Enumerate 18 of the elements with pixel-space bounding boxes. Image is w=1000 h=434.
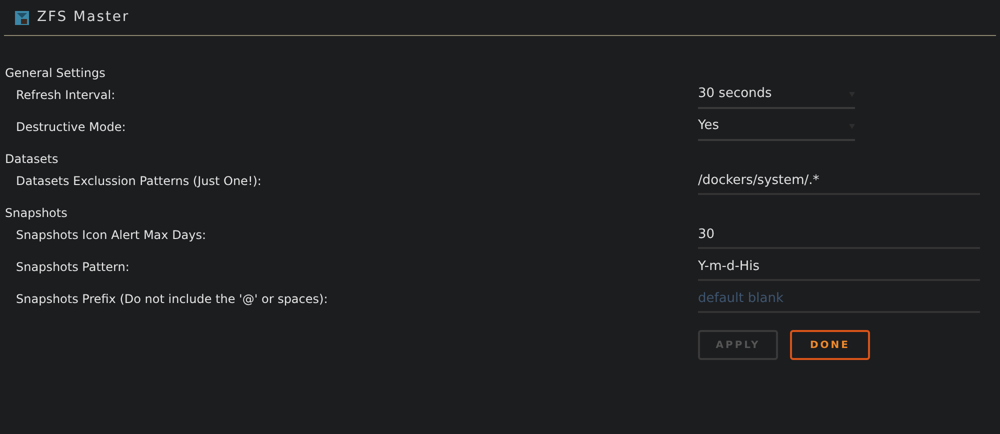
setting-label: Snapshots Pattern:: [15, 259, 130, 276]
setting-label: Snapshots Icon Alert Max Days:: [15, 227, 208, 244]
window-title: ZFS Master: [37, 8, 130, 27]
input-field[interactable]: default blank: [698, 286, 980, 312]
done-button[interactable]: DONE: [790, 330, 870, 360]
select-field[interactable]: Yes: [698, 114, 855, 140]
select-field[interactable]: 30 seconds: [698, 82, 855, 108]
setting-label: Refresh Interval:: [15, 87, 116, 104]
section-heading: General Settings: [4, 65, 106, 82]
section-heading: Datasets: [4, 151, 60, 168]
setting-label: Datasets Exclussion Patterns (Just One!):: [15, 173, 262, 190]
section-heading: Snapshots: [4, 205, 68, 222]
input-field[interactable]: 30: [698, 222, 980, 248]
app-icon: [15, 10, 29, 24]
setting-label: Destructive Mode:: [15, 119, 127, 136]
input-field[interactable]: Y-m-d-His: [698, 254, 980, 280]
input-field[interactable]: /dockers/system/.*: [698, 168, 980, 194]
setting-label: Snapshots Prefix (Do not include the '@' or spaces):: [15, 291, 329, 308]
